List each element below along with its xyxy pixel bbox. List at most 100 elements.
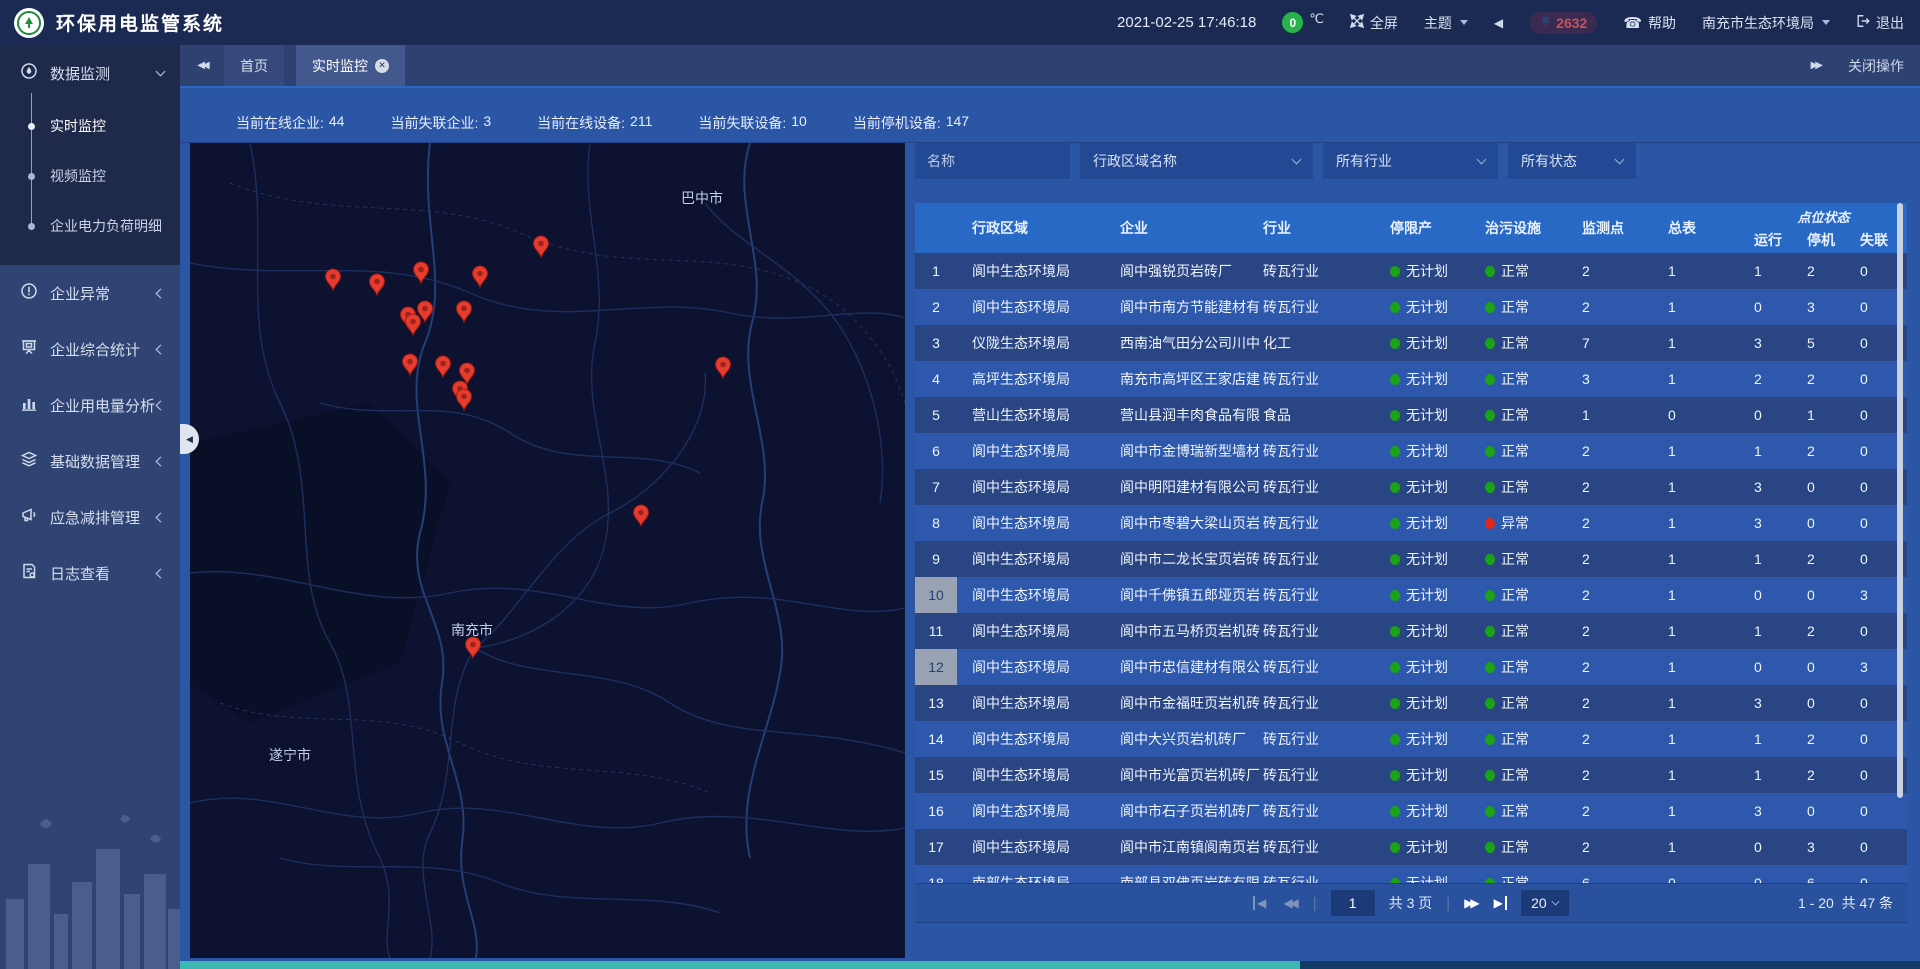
sidebar-nav: 数据监测实时监控视频监控企业电力负荷明细企业异常企业综合统计企业用电量分析基础数… [0,45,180,601]
tab-bar: ◀◀ 首页实时监控✕ ▶▶ 关闭操作 [180,45,1920,88]
table-row[interactable]: 13阆中生态环境局阆中市金福旺页岩机砖砖瓦行业无计划正常21300 [915,685,1907,721]
status-dot-icon [1390,626,1400,637]
status-dot-icon [1390,302,1400,313]
tabs-scroll-right-icon[interactable]: ▶▶ [1811,60,1820,71]
cell-run-count: 0 [1742,407,1792,423]
mute-speaker-icon[interactable]: ◀ [1494,16,1503,30]
cell-facility-status: 正常 [1472,657,1567,677]
sidebar-group-1[interactable]: 数据监测 [0,45,180,101]
cell-monitor-count: 6 [1567,875,1652,883]
horizontal-scrollbar [180,961,1920,969]
cell-region: 阆中生态环境局 [957,261,1107,281]
cell-limit-status: 无计划 [1377,585,1472,605]
page-size-select[interactable]: 20 [1521,890,1569,916]
sidebar-group-5[interactable]: 基础数据管理 [0,433,180,489]
cell-enterprise: 南部县双佛页岩砖有限 [1107,873,1260,883]
status-dot-icon [1390,446,1400,457]
status-dot-icon [1485,554,1495,565]
sidebar-group-2[interactable]: 企业异常 [0,265,180,321]
table-row[interactable]: 16阆中生态环境局阆中市石子页岩机砖厂砖瓦行业无计划正常21300 [915,793,1907,829]
table-row[interactable]: 10阆中生态环境局阆中千佛镇五郎垭页岩砖瓦行业无计划正常21003 [915,577,1907,613]
cell-stop-count: 0 [1792,803,1847,819]
fullscreen-button[interactable]: 全屏 [1350,13,1398,33]
close-operations-button[interactable]: 关闭操作 [1848,56,1904,76]
cell-facility-status: 正常 [1472,765,1567,785]
chart-icon [20,394,38,416]
table-row[interactable]: 5营山生态环境局营山县润丰肉食品有限食品无计划正常10010 [915,397,1907,433]
sidebar-item-实时监控[interactable]: 实时监控 [0,101,180,151]
next-page-icon[interactable]: ▶▶ [1464,896,1479,910]
cell-industry: 砖瓦行业 [1260,261,1377,281]
table-body: 1阆中生态环境局阆中强锐页岩砖厂砖瓦行业无计划正常211202阆中生态环境局阆中… [915,253,1907,883]
table-row[interactable]: 18南部生态环境局南部县双佛页岩砖有限砖瓦行业无计划正常60060 [915,865,1907,883]
notification-badge[interactable]: 2632 [1529,12,1597,34]
name-filter-input[interactable] [915,143,1070,179]
row-number: 5 [915,397,957,433]
column-header-stop: 停机 [1792,227,1847,253]
status-dot-icon [1485,590,1495,601]
table-row[interactable]: 14阆中生态环境局阆中大兴页岩机砖厂砖瓦行业无计划正常21120 [915,721,1907,757]
region-filter-select[interactable]: 行政区域名称 [1080,143,1313,179]
sidebar-group-3[interactable]: 企业综合统计 [0,321,180,377]
sidebar-group-6[interactable]: 应急减排管理 [0,489,180,545]
first-page-icon[interactable]: ◀ [1253,896,1269,910]
vertical-scrollbar-thumb[interactable] [1897,203,1903,798]
status-dot-icon [1485,734,1495,745]
cell-meter-count: 1 [1652,551,1742,567]
temperature-widget: 0 ℃ [1282,12,1324,33]
cell-monitor-count: 3 [1567,371,1652,387]
horizontal-scrollbar-thumb[interactable] [180,961,1300,969]
theme-dropdown[interactable]: 主题 [1424,13,1468,33]
tabs-scroll-left-icon[interactable]: ◀◀ [180,45,224,86]
cell-stop-count: 2 [1792,443,1847,459]
app-window: 环保用电监管系统 2021-02-25 17:46:18 0 ℃ [0,0,1920,969]
cell-industry: 砖瓦行业 [1260,585,1377,605]
table-row[interactable]: 11阆中生态环境局阆中市五马桥页岩机砖砖瓦行业无计划正常21120 [915,613,1907,649]
last-page-icon[interactable]: ▶ [1494,896,1507,910]
table-row[interactable]: 7阆中生态环境局阆中明阳建材有限公司砖瓦行业无计划正常21300 [915,469,1907,505]
cell-industry: 砖瓦行业 [1260,441,1377,461]
table-row[interactable]: 12阆中生态环境局阆中市忠信建材有限公砖瓦行业无计划正常21003 [915,649,1907,685]
status-filter-select[interactable]: 所有状态 [1508,143,1636,179]
column-header-meter: 总表 [1652,203,1742,253]
filter-bar: 行政区域名称 所有行业 所有状态 [915,143,1907,179]
sidebar-group-4[interactable]: 企业用电量分析 [0,377,180,433]
cell-enterprise: 阆中千佛镇五郎垭页岩 [1107,585,1260,605]
stat-label: 当前停机设备: [853,113,941,133]
table-row[interactable]: 1阆中生态环境局阆中强锐页岩砖厂砖瓦行业无计划正常21120 [915,253,1907,289]
page-number-input[interactable] [1331,890,1375,916]
row-number: 1 [915,253,957,289]
tab-实时监控[interactable]: 实时监控✕ [296,45,405,86]
column-header-industry: 行业 [1260,203,1377,253]
chevron-down-icon [1477,154,1487,164]
table-row[interactable]: 8阆中生态环境局阆中市枣碧大梁山页岩砖瓦行业无计划异常21300 [915,505,1907,541]
table-row[interactable]: 6阆中生态环境局阆中市金博瑞新型墙材砖瓦行业无计划正常21120 [915,433,1907,469]
table-row[interactable]: 17阆中生态环境局阆中市江南镇阆南页岩砖瓦行业无计划正常21030 [915,829,1907,865]
column-header-limit: 停限产 [1377,203,1472,253]
table-row[interactable]: 2阆中生态环境局阆中市南方节能建材有砖瓦行业无计划正常21030 [915,289,1907,325]
table-row[interactable]: 3仪陇生态环境局西南油气田分公司川中化工无计划正常71350 [915,325,1907,361]
sidebar-item-视频监控[interactable]: 视频监控 [0,151,180,201]
help-button[interactable]: ☎ 帮助 [1623,13,1676,33]
org-dropdown[interactable]: 南充市生态环境局 [1702,13,1830,33]
sidebar-group-7[interactable]: 日志查看 [0,545,180,601]
close-icon[interactable]: ✕ [375,59,389,73]
sidebar-item-企业电力负荷明细[interactable]: 企业电力负荷明细 [0,201,180,251]
column-header-facility: 治污设施 [1472,203,1567,253]
tab-首页[interactable]: 首页 [224,45,284,86]
stat-value: 10 [791,113,807,133]
table-row[interactable]: 4高坪生态环境局南充市高坪区王家店建砖瓦行业无计划正常31220 [915,361,1907,397]
cell-enterprise: 阆中明阳建材有限公司 [1107,477,1260,497]
status-dot-icon [1390,410,1400,421]
logout-button[interactable]: 退出 [1856,13,1904,33]
cell-limit-status: 无计划 [1377,549,1472,569]
cell-meter-count: 0 [1652,875,1742,883]
chevron-left-icon [156,456,166,466]
table-row[interactable]: 15阆中生态环境局阆中市光富页岩机砖厂砖瓦行业无计划正常21120 [915,757,1907,793]
map-panel[interactable]: 巴中市南充市遂宁市 [190,143,905,958]
prev-page-icon[interactable]: ◀◀ [1283,896,1298,910]
cell-stop-count: 2 [1792,551,1847,567]
table-row[interactable]: 9阆中生态环境局阆中市二龙长宝页岩砖砖瓦行业无计划正常21120 [915,541,1907,577]
cell-run-count: 0 [1742,839,1792,855]
industry-filter-select[interactable]: 所有行业 [1323,143,1498,179]
